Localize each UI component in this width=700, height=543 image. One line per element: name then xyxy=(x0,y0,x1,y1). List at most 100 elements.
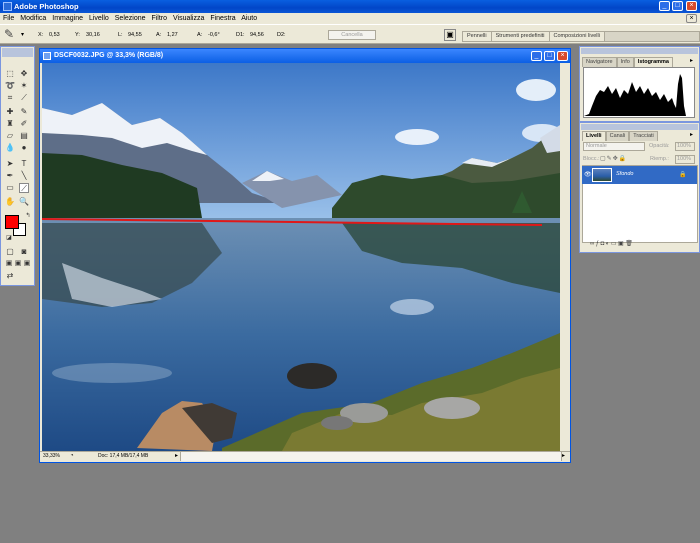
doc-minimize-button[interactable]: _ xyxy=(531,51,542,61)
quick-mask-icon[interactable]: ◙ xyxy=(19,247,29,257)
document-title-bar[interactable]: DSCF0032.JPG @ 33,3% (RGB/8) xyxy=(40,49,570,63)
marquee-tool-icon[interactable]: ⬚ xyxy=(5,69,15,79)
app-title: Adobe Photoshop xyxy=(14,2,79,11)
eye-icon[interactable]: 👁 xyxy=(584,171,592,178)
foreground-color-swatch[interactable] xyxy=(5,215,19,229)
tab-layers[interactable]: Livelli xyxy=(582,131,606,141)
d2-label: D2: xyxy=(277,32,286,38)
well-tab-brushes[interactable]: Pennelli xyxy=(463,32,492,41)
path-selection-icon[interactable]: ➤ xyxy=(5,159,15,169)
lock-icon: 🔒 xyxy=(679,172,687,178)
doc-close-button[interactable]: × xyxy=(686,14,697,23)
opacity-value[interactable]: 100% xyxy=(675,142,695,151)
scroll-right-icon[interactable]: ▸ xyxy=(562,452,565,461)
horizontal-scrollbar[interactable] xyxy=(180,452,562,461)
magic-wand-icon[interactable]: ✶ xyxy=(19,81,29,91)
document-title: DSCF0032.JPG @ 33,3% (RGB/8) xyxy=(54,52,164,59)
well-tab-presets[interactable]: Strumenti predefiniti xyxy=(491,32,550,41)
status-bar: 33,33% ◔ Doc: 17,4 MB/17,4 MB ▸ ▸ xyxy=(40,451,570,461)
y-label: Y: xyxy=(75,32,80,38)
menu-filtro[interactable]: Filtro xyxy=(151,15,167,22)
doc-size: Doc: 17,4 MB/17,4 MB xyxy=(98,453,149,459)
layers-title-bar[interactable] xyxy=(581,124,698,130)
trash-icon[interactable]: 🗑 xyxy=(625,241,634,247)
swap-colors-icon[interactable]: ↰ xyxy=(23,211,33,221)
new-group-icon[interactable]: ▭ xyxy=(611,241,618,247)
blur-tool-icon[interactable]: 💧 xyxy=(5,143,15,153)
layers-panel: Livelli Canali Tracciati ▸ Normale Opacità… xyxy=(579,122,700,253)
brush-tool-icon[interactable]: ✎ xyxy=(19,107,29,117)
fill-value[interactable]: 100% xyxy=(675,155,695,164)
menu-selezione[interactable]: Selezione xyxy=(115,15,146,22)
tab-histogram[interactable]: Istogramma xyxy=(633,57,673,67)
notes-tool-icon[interactable]: ▭ xyxy=(5,183,15,193)
gradient-tool-icon[interactable]: ▤ xyxy=(19,131,29,141)
a-value: 1,27 xyxy=(167,32,178,38)
shape-tool-icon[interactable]: ╲ xyxy=(19,171,29,181)
blend-mode-select[interactable]: Normale xyxy=(583,142,645,151)
pen-tool-icon[interactable]: ✒ xyxy=(5,171,15,181)
eraser-tool-icon[interactable]: ▱ xyxy=(5,131,15,141)
cancel-button[interactable]: Cancella xyxy=(328,30,376,40)
histogram-graph xyxy=(583,67,695,118)
lock-options-icon[interactable]: ▢✎✥🔒 xyxy=(600,155,627,162)
tab-channels[interactable]: Canali xyxy=(605,131,630,141)
screen-mode-full-icon[interactable]: ▣ xyxy=(22,259,32,269)
clone-stamp-icon[interactable]: ♜ xyxy=(5,119,15,129)
default-colors-icon[interactable]: ◪ xyxy=(4,233,14,243)
chevron-down-icon[interactable]: ▾ xyxy=(21,31,24,38)
menu-livello[interactable]: Livello xyxy=(89,15,109,22)
menu-immagine[interactable]: Immagine xyxy=(52,15,83,22)
menu-modifica[interactable]: Modifica xyxy=(20,15,46,22)
panel-title-bar[interactable] xyxy=(581,48,698,54)
type-tool-icon[interactable]: T xyxy=(19,159,29,169)
standard-mode-icon[interactable]: ▢ xyxy=(5,247,15,257)
slice-tool-icon[interactable]: ⟋ xyxy=(19,93,29,103)
jump-to-imageready-icon[interactable]: ⇄ xyxy=(5,271,15,281)
minimize-button[interactable]: _ xyxy=(659,1,670,11)
close-button[interactable]: × xyxy=(686,1,697,11)
angle-label: A: xyxy=(197,32,203,38)
history-brush-icon[interactable]: ✐ xyxy=(19,119,29,129)
healing-brush-icon[interactable]: ✚ xyxy=(5,107,15,117)
histogram-icon xyxy=(584,74,686,116)
menu-file[interactable]: File xyxy=(3,15,14,22)
fill-label: Riemp.: xyxy=(650,156,669,162)
photoshop-logo-icon xyxy=(3,2,12,11)
menu-visualizza[interactable]: Visualizza xyxy=(173,15,204,22)
dodge-tool-icon[interactable]: ● xyxy=(19,143,29,153)
length-value: 94,55 xyxy=(128,32,142,38)
ruler-icon[interactable]: ⟋ xyxy=(19,183,29,193)
doc-window-close-button[interactable]: × xyxy=(557,51,568,61)
doc-maximize-button[interactable]: □ xyxy=(544,51,555,61)
well-tab-comps[interactable]: Composizioni livelli xyxy=(549,32,605,41)
crop-tool-icon[interactable]: ⌗ xyxy=(5,93,15,103)
canvas-photo[interactable] xyxy=(42,63,560,451)
tab-paths[interactable]: Tracciati xyxy=(629,131,658,141)
status-menu-arrow-icon[interactable]: ▸ xyxy=(175,452,178,461)
maximize-button[interactable]: □ xyxy=(672,1,683,11)
document-icon xyxy=(43,52,51,60)
move-tool-icon[interactable]: ✥ xyxy=(19,69,29,79)
tab-navigator[interactable]: Navigatore xyxy=(582,57,617,67)
tab-info[interactable]: Info xyxy=(616,57,634,67)
layer-name: Sfondo xyxy=(616,171,634,177)
palette-icon[interactable]: ▣ xyxy=(444,29,456,41)
zoom-level[interactable]: 33,33% xyxy=(43,452,60,461)
histogram-panel-tabs: Navigatore Info Istogramma xyxy=(582,57,673,67)
zoom-tool-icon[interactable]: 🔍 xyxy=(19,197,29,207)
menu-bar: File Modifica Immagine Livello Selezione… xyxy=(0,13,700,24)
layers-menu-icon[interactable]: ▸ xyxy=(690,131,693,138)
status-options-icon[interactable]: ◔ xyxy=(70,452,74,461)
x-label: X: xyxy=(38,32,44,38)
app-title-bar: Adobe Photoshop xyxy=(0,0,700,13)
hand-tool-icon[interactable]: ✋ xyxy=(5,197,15,207)
pencil-icon[interactable]: ✎ xyxy=(4,27,14,41)
panel-menu-icon[interactable]: ▸ xyxy=(690,57,693,64)
menu-aiuto[interactable]: Aiuto xyxy=(241,15,257,22)
d1-label: D1: xyxy=(236,32,245,38)
layer-thumbnail xyxy=(592,168,612,182)
toolbox: ⬚ ✥ ➰ ✶ ⌗ ⟋ ✚ ✎ ♜ ✐ ▱ ▤ 💧 ● ➤ T ✒ ╲ ▭ ⟋ … xyxy=(0,46,35,286)
menu-finestra[interactable]: Finestra xyxy=(210,15,235,22)
lasso-tool-icon[interactable]: ➰ xyxy=(5,81,15,91)
